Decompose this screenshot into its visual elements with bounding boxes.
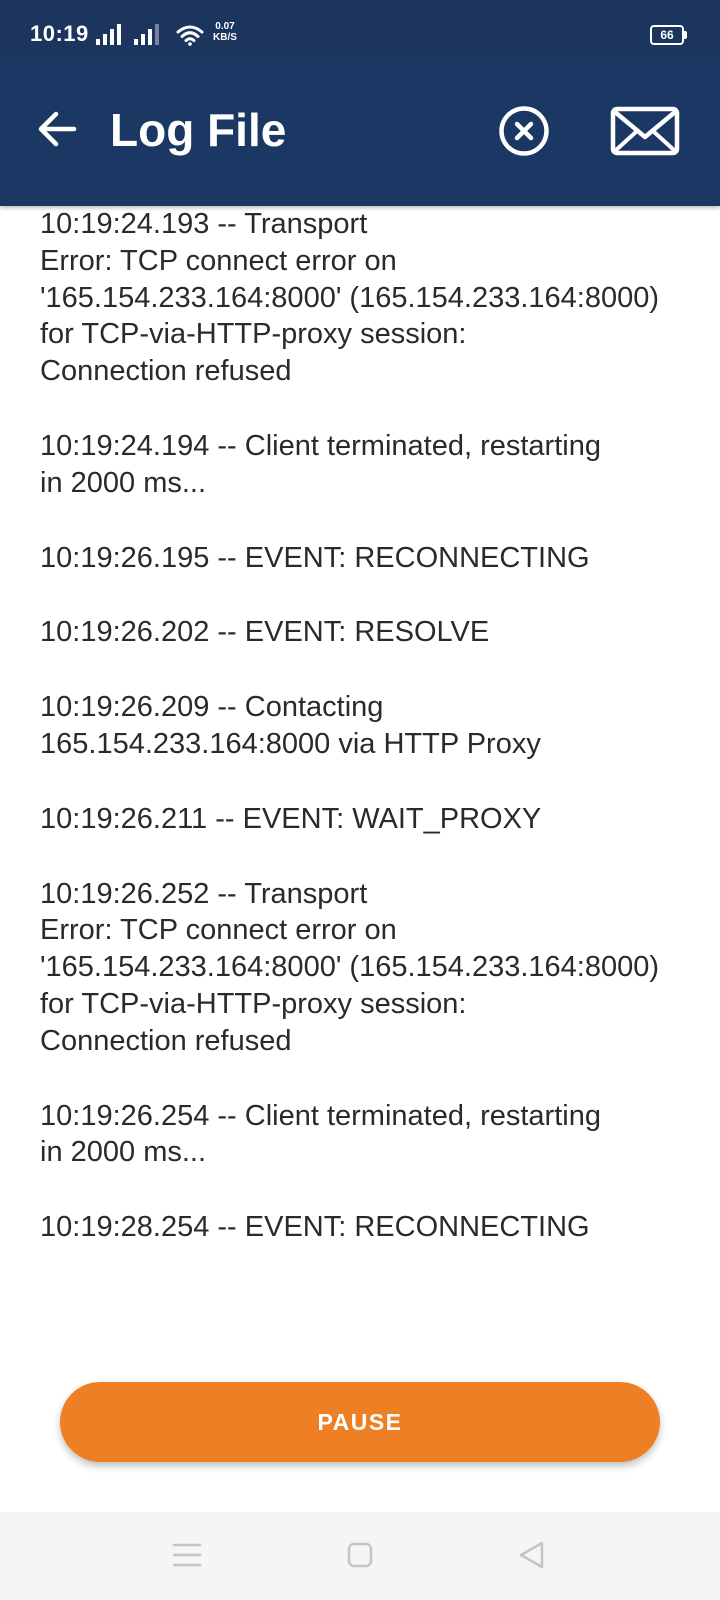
log-scroll-area[interactable]: 10:19:24.193 -- Transport Error: TCP con… xyxy=(0,206,720,1506)
battery-icon: 66 xyxy=(650,25,687,45)
log-entry: 10:19:26.252 -- Transport Error: TCP con… xyxy=(40,877,660,1057)
log-entry: 10:19:24.193 -- Transport Error: TCP con… xyxy=(40,208,660,388)
network-speed-value: 0.07 xyxy=(215,21,235,32)
status-bar: 10:19 0.07 KB/S 66 xyxy=(0,0,720,56)
log-entry: 10:19:26.211 -- EVENT: WAIT_PROXY xyxy=(40,802,542,835)
menu-icon[interactable] xyxy=(172,1542,202,1568)
home-square-icon[interactable] xyxy=(346,1541,374,1569)
network-speed-unit: KB/S xyxy=(213,32,237,43)
pause-button[interactable]: PAUSE xyxy=(60,1382,660,1462)
app-bar: Log File xyxy=(0,56,720,206)
back-triangle-icon[interactable] xyxy=(516,1539,546,1571)
log-entry: 10:19:24.194 -- Client terminated, resta… xyxy=(40,429,601,499)
page-title: Log File xyxy=(110,104,287,156)
log-entry: 10:19:26.195 -- EVENT: RECONNECTING xyxy=(40,541,590,574)
log-entry: 10:19:26.209 -- Contacting 165.154.233.1… xyxy=(40,691,541,760)
status-time: 10:19 xyxy=(30,21,89,46)
envelope-icon[interactable] xyxy=(610,106,680,156)
wifi-icon xyxy=(176,25,204,46)
log-list: 10:19:24.193 -- Transport Error: TCP con… xyxy=(40,206,690,1284)
log-entry: 10:19:28.254 -- EVENT: RECONNECTING xyxy=(40,1211,590,1244)
arrow-back-icon[interactable] xyxy=(34,106,80,152)
battery-level: 66 xyxy=(650,25,684,45)
network-speed: 0.07 KB/S xyxy=(208,21,242,43)
log-file-screen: 10:19 0.07 KB/S 66 Log File 10:19:24.193… xyxy=(0,0,720,1600)
log-entry: 10:19:26.254 -- Client terminated, resta… xyxy=(40,1099,601,1169)
clear-circle-icon[interactable] xyxy=(498,105,550,157)
log-entry: 10:19:26.202 -- EVENT: RESOLVE xyxy=(40,616,490,649)
signal-strength-icon xyxy=(96,24,121,45)
navigation-bar xyxy=(0,1512,720,1600)
battery-tip xyxy=(684,31,687,39)
signal-strength-icon xyxy=(134,24,159,45)
